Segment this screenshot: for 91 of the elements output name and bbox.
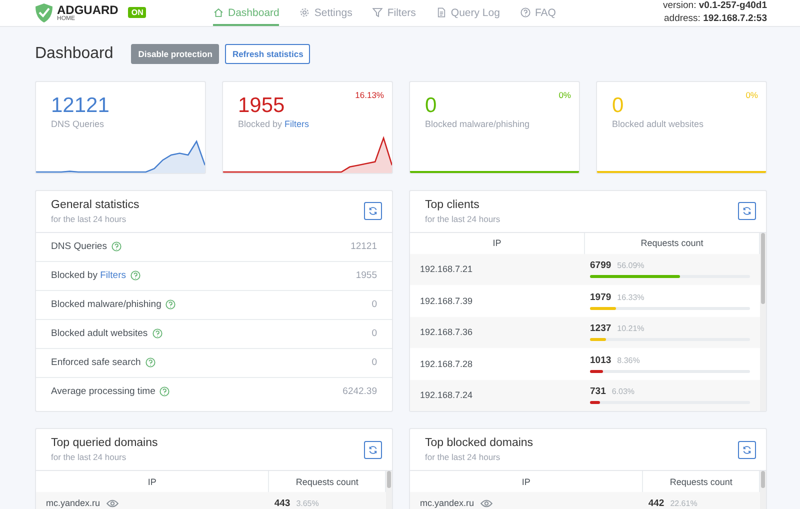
nav-tab[interactable]: Filters bbox=[372, 0, 416, 26]
help-icon[interactable] bbox=[159, 386, 170, 398]
request-percent: 16.33% bbox=[617, 292, 644, 302]
stat-percent: 0% bbox=[558, 90, 571, 100]
stat-value: 0 bbox=[612, 94, 624, 117]
client-ip: 192.168.7.24 bbox=[420, 390, 473, 400]
stat-number: 1955 bbox=[356, 270, 377, 282]
request-count: 731 bbox=[590, 386, 606, 398]
domain-name: mc.yandex.ru bbox=[46, 498, 100, 508]
stat-value: 12121 bbox=[51, 94, 110, 117]
stat-value: 0 bbox=[425, 94, 437, 117]
stat-label: Blocked by Filters bbox=[238, 118, 310, 129]
refresh-icon bbox=[368, 444, 378, 455]
panel-title: Top blocked domains bbox=[425, 437, 534, 450]
shield-logo-icon bbox=[35, 2, 53, 23]
domain-name: mc.yandex.ru bbox=[420, 498, 474, 508]
panel-subtitle: for the last 24 hours bbox=[51, 214, 128, 224]
home-icon bbox=[213, 7, 224, 18]
stat-number: 0 bbox=[372, 299, 377, 310]
version-text: version: v0.1-257-g40d1 bbox=[662, 0, 767, 13]
stat-percent: 0% bbox=[746, 90, 758, 100]
nav-tab[interactable]: FAQ bbox=[520, 0, 556, 26]
stat-number: 0 bbox=[372, 357, 377, 368]
nav-tab[interactable]: Settings bbox=[299, 0, 352, 26]
page-title: Dashboard bbox=[35, 44, 114, 63]
stat-label: Blocked malware/phishing bbox=[425, 118, 531, 129]
stat-number: 6242.39 bbox=[342, 386, 377, 398]
refresh-icon bbox=[368, 206, 378, 216]
refresh-button[interactable] bbox=[738, 202, 756, 220]
stat-percent: 16.13% bbox=[355, 90, 384, 100]
stat-name: DNS Queries bbox=[51, 241, 107, 252]
filters-link[interactable]: Filters bbox=[100, 270, 126, 282]
eye-icon[interactable] bbox=[480, 498, 494, 508]
request-percent: 6.03% bbox=[612, 387, 635, 396]
panel-title: Top queried domains bbox=[51, 437, 158, 450]
scrollbar[interactable] bbox=[386, 471, 392, 509]
panel-subtitle: for the last 24 hours bbox=[425, 214, 500, 224]
help-icon[interactable] bbox=[165, 299, 176, 310]
disable-protection-button[interactable]: Disable protection bbox=[131, 44, 220, 64]
refresh-button[interactable] bbox=[364, 440, 382, 459]
stat-label: DNS Queries bbox=[51, 118, 106, 129]
nav-tab[interactable]: Dashboard bbox=[213, 0, 280, 26]
stat-label: Blocked adult websites bbox=[612, 118, 705, 129]
stat-name: Blocked by Filters bbox=[51, 270, 126, 282]
stat-name: Enforced safe search bbox=[51, 357, 141, 368]
request-count: 6799 bbox=[590, 260, 612, 272]
panel-title: General statistics bbox=[51, 198, 140, 211]
request-count: 442 bbox=[648, 498, 664, 509]
help-icon[interactable] bbox=[152, 328, 163, 340]
request-count: 1979 bbox=[590, 292, 612, 303]
settings-icon bbox=[299, 7, 310, 18]
refresh-button[interactable] bbox=[364, 202, 382, 220]
request-percent: 10.21% bbox=[617, 324, 644, 334]
filters-link[interactable]: Filters bbox=[284, 118, 310, 129]
eye-icon[interactable] bbox=[106, 498, 120, 508]
request-percent: 56.09% bbox=[617, 261, 644, 270]
refresh-icon bbox=[742, 206, 752, 216]
scrollbar[interactable] bbox=[760, 471, 766, 509]
request-count: 1013 bbox=[590, 354, 612, 366]
stat-value: 1955 bbox=[238, 94, 285, 117]
client-ip: 192.168.7.39 bbox=[420, 296, 473, 306]
stat-name: Average processing time bbox=[51, 386, 156, 398]
request-count: 443 bbox=[274, 498, 290, 509]
request-percent: 8.36% bbox=[617, 356, 640, 365]
help-icon[interactable] bbox=[130, 270, 141, 282]
refresh-icon bbox=[742, 444, 752, 455]
request-percent: 22.61% bbox=[670, 498, 698, 508]
status-badge: ON bbox=[128, 7, 146, 18]
stat-number: 12121 bbox=[350, 241, 377, 252]
stat-name: Blocked adult websites bbox=[51, 328, 148, 340]
panel-subtitle: for the last 24 hours bbox=[425, 452, 502, 462]
filter-icon bbox=[372, 7, 384, 18]
refresh-statistics-button[interactable]: Refresh statistics bbox=[225, 44, 310, 64]
help-icon[interactable] bbox=[110, 241, 122, 252]
help-icon bbox=[520, 7, 531, 18]
client-ip: 192.168.7.21 bbox=[420, 264, 473, 274]
panel-subtitle: for the last 24 hours bbox=[51, 452, 128, 462]
logo-name: ADGUARD bbox=[57, 4, 118, 16]
client-ip: 192.168.7.36 bbox=[420, 327, 473, 338]
client-ip: 192.168.7.28 bbox=[420, 358, 473, 369]
request-count: 1237 bbox=[590, 323, 612, 334]
address-text: address: 192.168.7.2:53 bbox=[663, 12, 767, 26]
help-icon[interactable] bbox=[144, 357, 156, 368]
document-icon bbox=[436, 7, 447, 18]
refresh-button[interactable] bbox=[738, 440, 756, 459]
stat-number: 0 bbox=[372, 328, 377, 340]
scrollbar[interactable] bbox=[760, 232, 766, 412]
nav-tab[interactable]: Query Log bbox=[436, 0, 500, 26]
request-percent: 3.65% bbox=[296, 498, 319, 508]
panel-title: Top clients bbox=[425, 198, 480, 211]
stat-name: Blocked malware/phishing bbox=[51, 299, 162, 310]
